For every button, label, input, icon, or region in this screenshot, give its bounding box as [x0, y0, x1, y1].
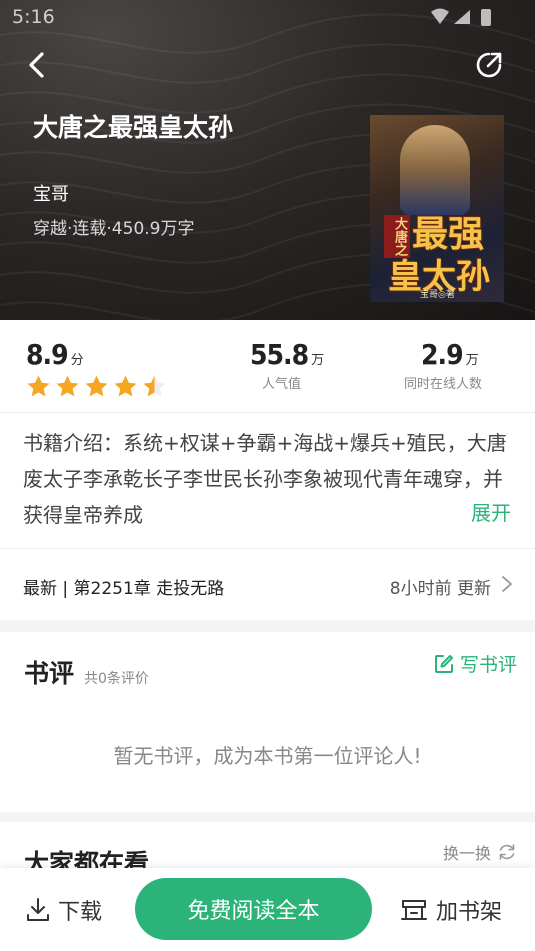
star-full-icon [114, 375, 137, 397]
share-icon[interactable] [474, 50, 504, 80]
chevron-right-icon [502, 576, 512, 592]
star-half-icon [143, 375, 166, 397]
book-header: 5:16 大唐之最强皇太孙 宝哥 穿越·连载·450.9万字 大唐之 最强 皇太… [0, 0, 535, 320]
rating-stars [26, 374, 167, 399]
reviews-section: 书评 共0条评价 写书评 暂无书评，成为本书第一位评论人! [0, 632, 535, 812]
edit-icon [434, 654, 453, 673]
online-unit: 万 [465, 353, 479, 368]
rating-value: 8.9 [26, 338, 69, 371]
cover-author: 宝哥◎著 [420, 290, 455, 300]
battery-icon [481, 9, 491, 26]
star-full-icon [27, 375, 50, 397]
download-label: 下载 [58, 900, 103, 925]
expand-button[interactable]: 展开 [465, 497, 511, 526]
bottom-action-bar: 下载 免费阅读全本 加书架 [0, 868, 535, 951]
online-value: 2.9 [421, 338, 464, 371]
status-bar: 5:16 [0, 0, 535, 36]
write-review-label: 写书评 [459, 654, 517, 676]
popularity-label: 人气值 [262, 377, 302, 392]
cover-figure [400, 125, 470, 215]
popularity-unit: 万 [311, 353, 325, 368]
write-review-button[interactable]: 写书评 [434, 650, 517, 677]
book-title: 大唐之最强皇太孙 [33, 113, 234, 142]
star-full-icon [85, 375, 108, 397]
rating-stat: 8.9 分 [26, 338, 84, 371]
rating-unit: 分 [70, 353, 84, 368]
reviews-empty-text: 暂无书评，成为本书第一位评论人! [113, 744, 422, 768]
book-cover: 大唐之 最强 皇太孙 宝哥◎著 [370, 115, 504, 302]
add-shelf-label: 加书架 [436, 900, 503, 925]
back-icon[interactable] [22, 50, 52, 80]
book-author[interactable]: 宝哥 [33, 180, 69, 206]
reviews-count: 共0条评价 [84, 671, 149, 687]
latest-chapter: 最新 | 第2251章 走投无路 [23, 579, 225, 599]
latest-chapter-row[interactable]: 最新 | 第2251章 走投无路 8小时前 更新 [0, 548, 535, 620]
refresh-button[interactable]: 换一换 [443, 840, 517, 864]
book-meta: 穿越·连载·450.9万字 [33, 219, 195, 239]
download-icon [27, 898, 49, 921]
add-shelf-button[interactable]: 加书架 [400, 894, 502, 926]
popularity-value: 55.8 [250, 338, 309, 371]
latest-updated: 8小时前 更新 [389, 579, 491, 599]
refresh-label: 换一换 [442, 844, 491, 863]
intro-text: 书籍介绍：系统+权谋+争霸+海战+爆兵+殖民，大唐废太子李承乾长子李世民长孙李象… [23, 431, 507, 527]
bookshelf-icon [401, 900, 427, 920]
popularity-stat: 55.8 万 人气值 [250, 338, 340, 392]
star-full-icon [56, 375, 79, 397]
online-label: 同时在线人数 [404, 377, 483, 392]
signal-icon [454, 10, 470, 24]
refresh-icon [499, 844, 515, 860]
read-free-button[interactable]: 免费阅读全本 [135, 878, 372, 940]
online-stat: 2.9 万 同时在线人数 [404, 338, 514, 392]
wifi-icon [431, 8, 449, 24]
book-intro: 书籍介绍：系统+权谋+争霸+海战+爆兵+殖民，大唐废太子李承乾长子李世民长孙李象… [0, 412, 535, 548]
download-button[interactable]: 下载 [26, 894, 102, 926]
status-time: 5:16 [12, 6, 55, 28]
status-icons [431, 8, 491, 26]
reviews-title: 书评 [24, 659, 75, 688]
